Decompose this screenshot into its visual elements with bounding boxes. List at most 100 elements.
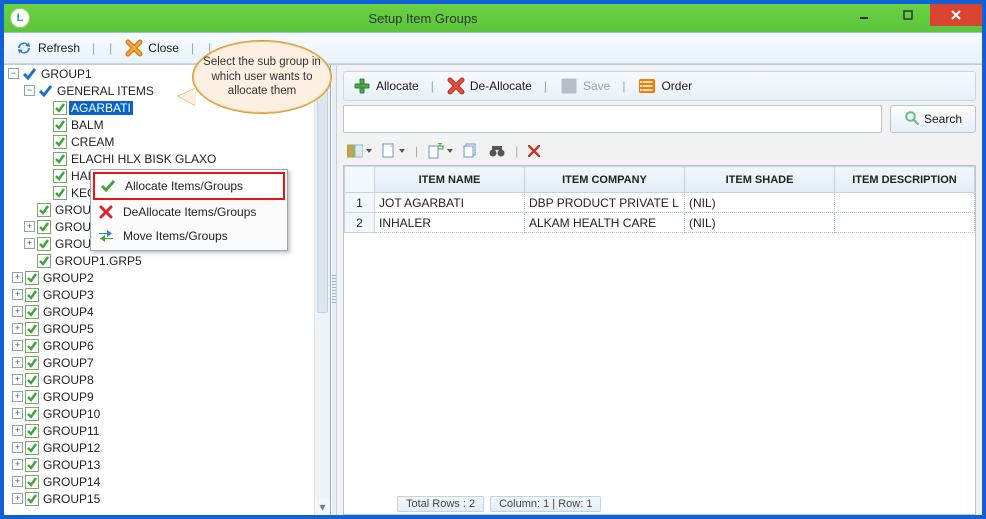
checkbox-icon[interactable] [25,339,39,353]
checkbox-icon[interactable] [25,288,39,302]
expand-icon[interactable]: + [12,289,23,300]
checkbox-icon[interactable] [25,390,39,404]
search-input[interactable] [343,105,882,133]
tree-node-group11[interactable]: +GROUP11 [12,422,314,439]
checkbox-icon[interactable] [25,407,39,421]
copy-button[interactable] [382,143,405,159]
expand-icon[interactable]: + [12,408,23,419]
grid-header-desc[interactable]: ITEM DESCRIPTION [835,167,975,193]
table-row[interactable]: 2INHALERALKAM HEALTH CARE(NIL) [345,213,975,233]
tree-node-group6[interactable]: +GROUP6 [12,337,314,354]
collapse-icon[interactable]: − [24,85,35,96]
checkbox-icon[interactable] [37,220,51,234]
checkbox-icon[interactable] [25,475,39,489]
expand-icon[interactable]: + [12,272,23,283]
expand-icon[interactable]: + [12,306,23,317]
allocate-button[interactable]: Allocate [348,74,423,98]
table-row[interactable]: 1JOT AGARBATIDBP PRODUCT PRIVATE L(NIL) [345,193,975,213]
checkbox-icon[interactable] [53,186,67,200]
checkbox-icon[interactable] [37,203,51,217]
expand-icon[interactable]: + [12,493,23,504]
checkbox-icon[interactable] [25,458,39,472]
checkbox-icon[interactable] [53,101,67,115]
cell-item-name[interactable]: INHALER [375,213,525,233]
refresh-button[interactable]: Refresh [10,36,84,60]
checkbox-icon[interactable] [25,441,39,455]
minimize-button[interactable] [842,4,886,26]
tree-node-group2[interactable]: +GROUP2 [12,269,314,286]
tree-node-elachi[interactable]: ELACHI HLX BISK GLAXO [40,150,314,167]
scroll-thumb[interactable] [317,83,328,313]
find-button[interactable] [489,144,505,158]
order-button[interactable]: Order [633,74,696,98]
grid-header-rownum[interactable] [345,167,375,193]
tree-node-balm[interactable]: BALM [40,116,314,133]
expand-icon[interactable]: + [12,391,23,402]
close-window-button[interactable] [930,4,982,26]
search-icon [904,110,920,129]
expand-icon[interactable]: + [12,459,23,470]
cell-item-desc[interactable] [835,193,975,213]
tree-node-group9[interactable]: +GROUP9 [12,388,314,405]
menu-move-items[interactable]: Move Items/Groups [93,224,285,248]
expand-icon[interactable]: + [12,340,23,351]
checkbox-icon[interactable] [53,152,67,166]
cell-item-company[interactable]: ALKAM HEALTH CARE [525,213,685,233]
tree-node-group12[interactable]: +GROUP12 [12,439,314,456]
tree-node-group14[interactable]: +GROUP14 [12,473,314,490]
collapse-icon[interactable]: − [8,68,19,79]
checkbox-icon[interactable] [25,424,39,438]
expand-icon[interactable]: + [24,221,35,232]
expand-icon[interactable]: + [12,357,23,368]
export-button[interactable] [428,143,453,159]
expand-icon[interactable]: + [24,238,35,249]
tree-node-cream[interactable]: CREAM [40,133,314,150]
checkbox-icon[interactable] [37,254,51,268]
grid-header-shade[interactable]: ITEM SHADE [685,167,835,193]
checkbox-icon[interactable] [25,305,39,319]
tree-node-group1-grp5[interactable]: GROUP1.GRP5 [24,252,314,269]
views-button[interactable] [347,144,372,158]
checkbox-icon[interactable] [25,322,39,336]
close-button[interactable]: Close [120,36,183,60]
tree-node-group10[interactable]: +GROUP10 [12,405,314,422]
multi-page-button[interactable] [463,143,479,159]
cell-item-name[interactable]: JOT AGARBATI [375,193,525,213]
checkbox-icon[interactable] [53,118,67,132]
grid-header-name[interactable]: ITEM NAME [375,167,525,193]
checkbox-icon[interactable] [25,373,39,387]
expand-icon[interactable]: + [12,323,23,334]
grid-header-company[interactable]: ITEM COMPANY [525,167,685,193]
tree-node-group13[interactable]: +GROUP13 [12,456,314,473]
menu-deallocate-items[interactable]: DeAllocate Items/Groups [93,200,285,224]
checkbox-icon[interactable] [25,492,39,506]
maximize-button[interactable] [886,4,930,26]
cell-item-shade[interactable]: (NIL) [685,193,835,213]
tree-node-group3[interactable]: +GROUP3 [12,286,314,303]
cell-item-company[interactable]: DBP PRODUCT PRIVATE L [525,193,685,213]
expand-icon[interactable]: + [12,425,23,436]
expand-icon[interactable]: + [12,374,23,385]
checkbox-icon[interactable] [53,135,67,149]
cell-item-shade[interactable]: (NIL) [685,213,835,233]
tree-scroll[interactable]: − GROUP1 − GENERAL ITEMS [4,65,314,515]
deallocate-button[interactable]: De-Allocate [442,74,536,98]
checkbox-icon[interactable] [25,271,39,285]
checkbox-icon[interactable] [53,169,67,183]
tree-scrollbar[interactable]: ▴ ▾ [314,65,330,515]
tree-node-group8[interactable]: +GROUP8 [12,371,314,388]
tree-node-group5[interactable]: +GROUP5 [12,320,314,337]
tree-node-group4[interactable]: +GROUP4 [12,303,314,320]
scroll-track[interactable] [315,81,330,499]
expand-icon[interactable]: + [12,476,23,487]
menu-allocate-items[interactable]: Allocate Items/Groups [93,172,285,200]
tree-node-group15[interactable]: +GROUP15 [12,490,314,507]
checkbox-icon[interactable] [37,237,51,251]
search-button[interactable]: Search [890,105,976,133]
tree-node-group7[interactable]: +GROUP7 [12,354,314,371]
cell-item-desc[interactable] [835,213,975,233]
scroll-down-icon[interactable]: ▾ [315,499,330,515]
expand-icon[interactable]: + [12,442,23,453]
delete-button[interactable] [528,145,540,157]
checkbox-icon[interactable] [25,356,39,370]
